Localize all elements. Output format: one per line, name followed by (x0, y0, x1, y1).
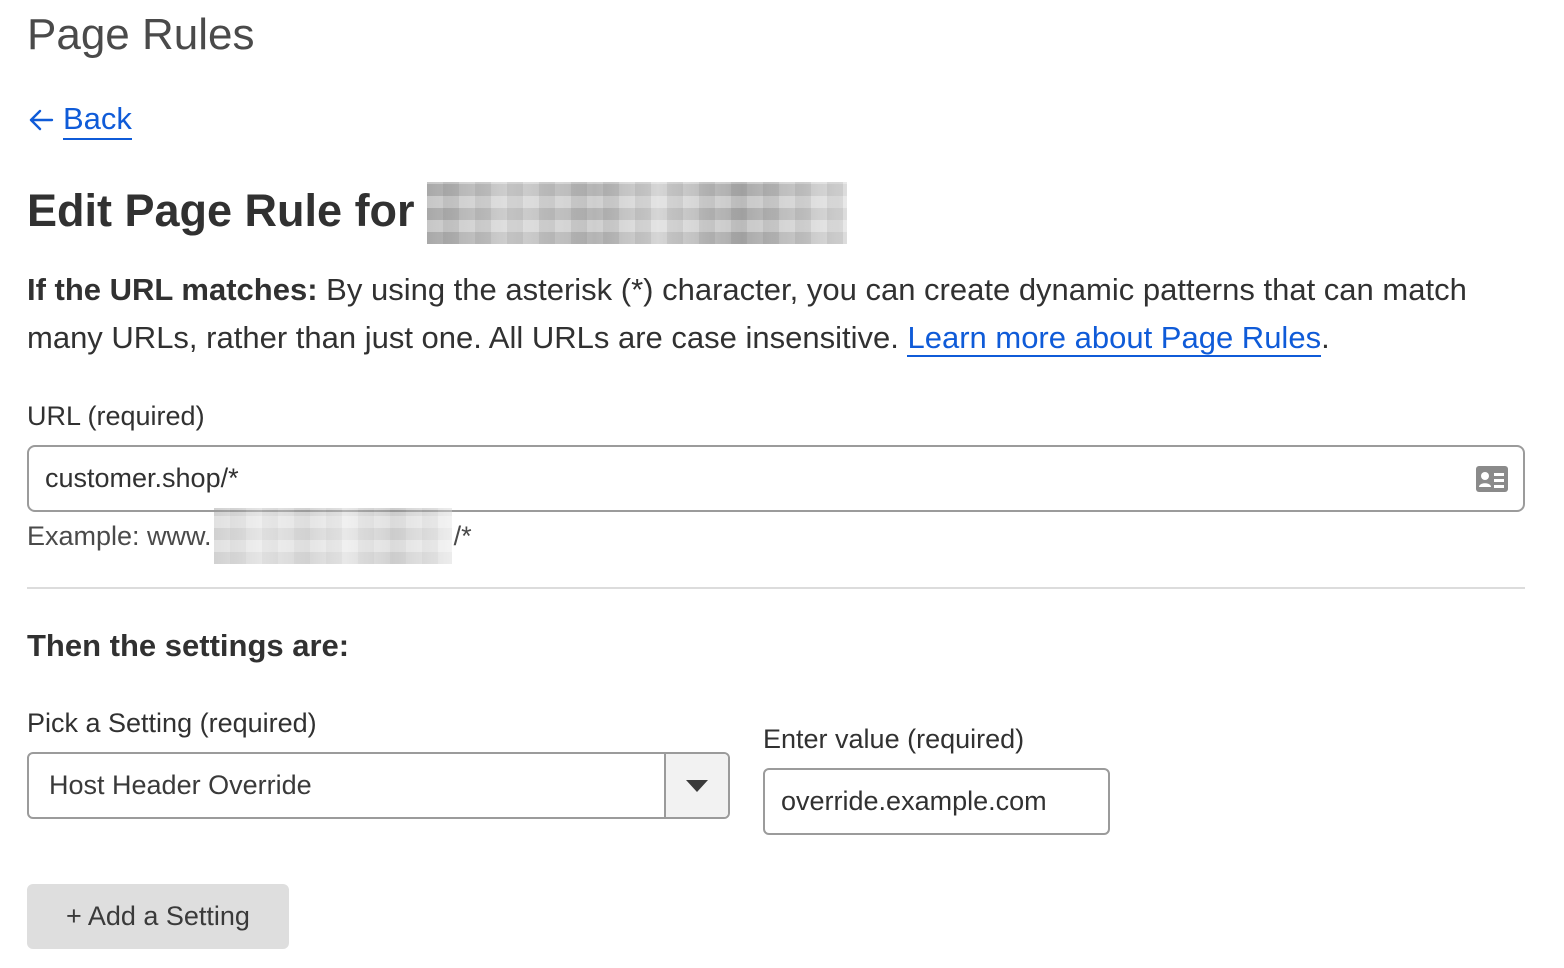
url-match-trailing: . (1321, 320, 1330, 355)
setting-select-toggle[interactable] (664, 754, 728, 817)
learn-more-page-rules-link[interactable]: Learn more about Page Rules (907, 320, 1322, 357)
enter-value-label: Enter value (required) (763, 724, 1025, 754)
back-link[interactable]: Back (27, 100, 132, 140)
pick-setting-label: Pick a Setting (required) (27, 708, 317, 738)
back-link-label: Back (63, 100, 132, 140)
url-match-description: If the URL matches: By using the asteris… (27, 266, 1527, 362)
edit-page-rule-title: Edit Page Rule for (27, 178, 847, 244)
setting-select-value: Host Header Override (49, 770, 312, 800)
add-setting-label: Add a Setting (87, 901, 250, 931)
section-divider (27, 587, 1525, 589)
setting-value-input[interactable] (781, 786, 1108, 817)
url-input[interactable] (45, 463, 1475, 494)
page-title: Page Rules (27, 10, 255, 59)
url-example-hint: Example: www. /* (27, 508, 472, 564)
contact-card-icon[interactable] (1475, 465, 1509, 493)
url-example-prefix: Example: www. (27, 521, 212, 551)
setting-value-field[interactable] (763, 768, 1110, 835)
url-example-suffix: /* (453, 521, 472, 551)
caret-down-icon (686, 779, 708, 792)
url-field-label: URL (required) (27, 401, 205, 431)
add-setting-button[interactable]: + Add a Setting (27, 884, 289, 949)
arrow-left-icon (29, 109, 54, 131)
plus-icon: + (66, 901, 82, 931)
edit-page-rule-title-text: Edit Page Rule for (27, 185, 415, 236)
url-match-lead: If the URL matches: (27, 272, 318, 307)
redacted-domain (426, 182, 847, 244)
url-field[interactable] (27, 445, 1525, 512)
settings-heading: Then the settings are: (27, 628, 350, 663)
setting-select[interactable]: Host Header Override (27, 752, 730, 819)
redacted-example-domain (213, 508, 452, 564)
page-rules-edit-page: Page Rules Back Edit Page Rule for If th… (0, 0, 1564, 968)
